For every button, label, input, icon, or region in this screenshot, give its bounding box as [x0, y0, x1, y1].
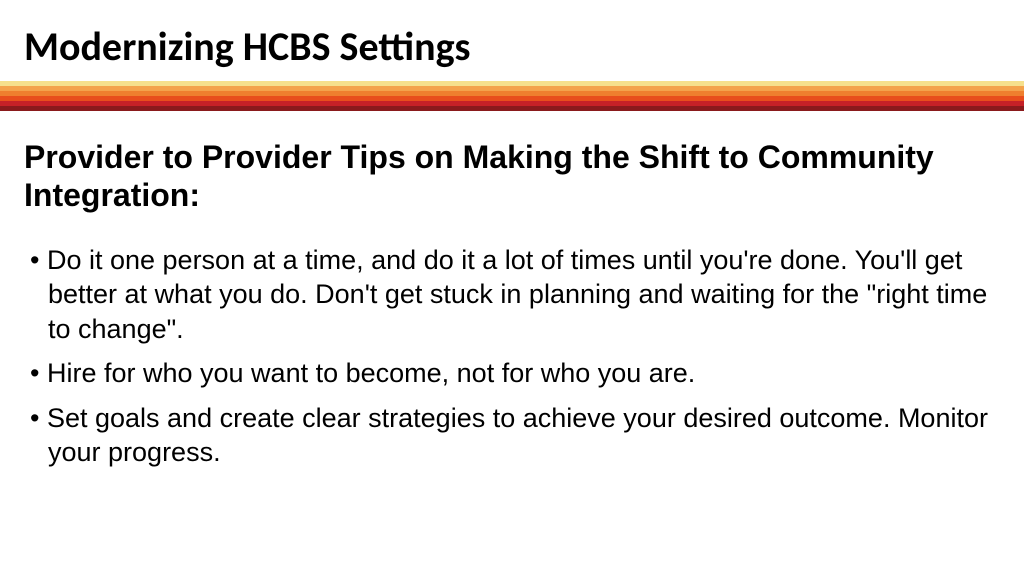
divider-bar: [0, 81, 1024, 111]
bullet-item: Hire for who you want to become, not for…: [24, 356, 1000, 391]
bullet-item: Do it one person at a time, and do it a …: [24, 243, 1000, 347]
bullet-list: Do it one person at a time, and do it a …: [0, 235, 1024, 470]
slide-title: Modernizing HCBS Settings: [0, 0, 1024, 81]
bullet-item: Set goals and create clear strategies to…: [24, 401, 1000, 470]
slide: Modernizing HCBS Settings Provider to Pr…: [0, 0, 1024, 576]
slide-subtitle: Provider to Provider Tips on Making the …: [0, 111, 1024, 235]
